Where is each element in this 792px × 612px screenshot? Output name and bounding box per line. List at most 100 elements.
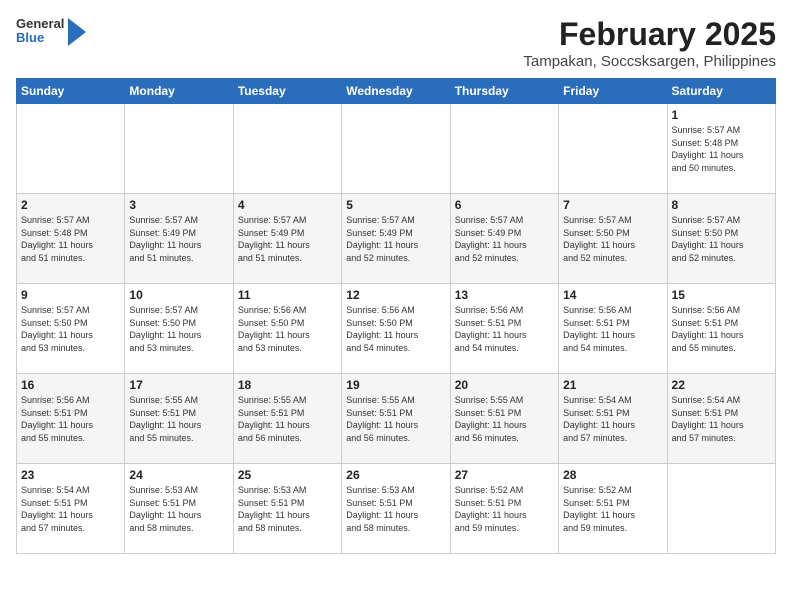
- calendar-day-cell: [17, 104, 125, 194]
- day-number: 16: [21, 378, 120, 392]
- day-number: 28: [563, 468, 662, 482]
- calendar-day-cell: 2 Sunrise: 5:57 AM Sunset: 5:48 PM Daylig…: [17, 194, 125, 284]
- day-number: 14: [563, 288, 662, 302]
- day-number: 17: [129, 378, 228, 392]
- day-number: 13: [455, 288, 554, 302]
- calendar-day-cell: 7Sunrise: 5:57 AM Sunset: 5:50 PM Daylig…: [559, 194, 667, 284]
- day-number: 6: [455, 198, 554, 212]
- day-info: Sunrise: 5:55 AM Sunset: 5:51 PM Dayligh…: [129, 394, 228, 444]
- day-number: 11: [238, 288, 337, 302]
- day-info: Sunrise: 5:56 AM Sunset: 5:51 PM Dayligh…: [672, 304, 771, 354]
- calendar-day-cell: 17 Sunrise: 5:55 AM Sunset: 5:51 PM Dayli…: [125, 374, 233, 464]
- calendar-day-cell: 15 Sunrise: 5:56 AM Sunset: 5:51 PM Dayli…: [667, 284, 775, 374]
- day-info: Sunrise: 5:56 AM Sunset: 5:51 PM Dayligh…: [21, 394, 120, 444]
- location-label: Tampakan, Soccsksargen, Philippines: [523, 53, 776, 70]
- day-number: 10: [129, 288, 228, 302]
- calendar-week-row: 23Sunrise: 5:54 AM Sunset: 5:51 PM Dayli…: [17, 464, 776, 554]
- day-number: 23: [21, 468, 120, 482]
- logo-arrow-icon: [68, 18, 86, 46]
- calendar-table: SundayMondayTuesdayWednesdayThursdayFrid…: [16, 78, 776, 554]
- day-info: Sunrise: 5:55 AM Sunset: 5:51 PM Dayligh…: [346, 394, 445, 444]
- day-number: 15: [672, 288, 771, 302]
- day-number: 22: [672, 378, 771, 392]
- day-number: 7: [563, 198, 662, 212]
- weekday-header: Saturday: [667, 79, 775, 104]
- calendar-week-row: 9 Sunrise: 5:57 AM Sunset: 5:50 PM Daylig…: [17, 284, 776, 374]
- day-number: 8: [672, 198, 771, 212]
- day-number: 19: [346, 378, 445, 392]
- page-header: General Blue February 2025 Tampakan, Soc…: [16, 16, 776, 70]
- calendar-day-cell: 21 Sunrise: 5:54 AM Sunset: 5:51 PM Dayli…: [559, 374, 667, 464]
- calendar-day-cell: 10 Sunrise: 5:57 AM Sunset: 5:50 PM Dayli…: [125, 284, 233, 374]
- calendar-header-row: SundayMondayTuesdayWednesdayThursdayFrid…: [17, 79, 776, 104]
- day-info: Sunrise: 5:54 AM Sunset: 5:51 PM Dayligh…: [563, 394, 662, 444]
- day-number: 25: [238, 468, 337, 482]
- calendar-day-cell: [450, 104, 558, 194]
- day-info: Sunrise: 5:57 AM Sunset: 5:49 PM Dayligh…: [455, 214, 554, 264]
- day-info: Sunrise: 5:56 AM Sunset: 5:51 PM Dayligh…: [563, 304, 662, 354]
- calendar-day-cell: 23Sunrise: 5:54 AM Sunset: 5:51 PM Dayli…: [17, 464, 125, 554]
- calendar-day-cell: 24 Sunrise: 5:53 AM Sunset: 5:51 PM Dayli…: [125, 464, 233, 554]
- calendar-day-cell: 26 Sunrise: 5:53 AM Sunset: 5:51 PM Dayli…: [342, 464, 450, 554]
- calendar-day-cell: [667, 464, 775, 554]
- day-info: Sunrise: 5:55 AM Sunset: 5:51 PM Dayligh…: [238, 394, 337, 444]
- day-number: 21: [563, 378, 662, 392]
- month-title: February 2025: [523, 16, 776, 53]
- calendar-day-cell: 4 Sunrise: 5:57 AM Sunset: 5:49 PM Daylig…: [233, 194, 341, 284]
- day-number: 27: [455, 468, 554, 482]
- day-info: Sunrise: 5:52 AM Sunset: 5:51 PM Dayligh…: [455, 484, 554, 534]
- calendar-day-cell: 16 Sunrise: 5:56 AM Sunset: 5:51 PM Dayli…: [17, 374, 125, 464]
- weekday-header: Friday: [559, 79, 667, 104]
- day-number: 12: [346, 288, 445, 302]
- day-number: 5: [346, 198, 445, 212]
- calendar-day-cell: 28 Sunrise: 5:52 AM Sunset: 5:51 PM Dayli…: [559, 464, 667, 554]
- calendar-day-cell: 5 Sunrise: 5:57 AM Sunset: 5:49 PM Daylig…: [342, 194, 450, 284]
- calendar-day-cell: [559, 104, 667, 194]
- day-info: Sunrise: 5:52 AM Sunset: 5:51 PM Dayligh…: [563, 484, 662, 534]
- weekday-header: Monday: [125, 79, 233, 104]
- day-info: Sunrise: 5:57 AM Sunset: 5:49 PM Dayligh…: [238, 214, 337, 264]
- calendar-day-cell: 25 Sunrise: 5:53 AM Sunset: 5:51 PM Dayli…: [233, 464, 341, 554]
- day-info: Sunrise: 5:57 AM Sunset: 5:48 PM Dayligh…: [21, 214, 120, 264]
- day-info: Sunrise: 5:57 AM Sunset: 5:49 PM Dayligh…: [129, 214, 228, 264]
- weekday-header: Sunday: [17, 79, 125, 104]
- calendar-day-cell: 19 Sunrise: 5:55 AM Sunset: 5:51 PM Dayli…: [342, 374, 450, 464]
- calendar-day-cell: [342, 104, 450, 194]
- day-info: Sunrise: 5:56 AM Sunset: 5:50 PM Dayligh…: [238, 304, 337, 354]
- calendar-day-cell: 9 Sunrise: 5:57 AM Sunset: 5:50 PM Daylig…: [17, 284, 125, 374]
- day-info: Sunrise: 5:57 AM Sunset: 5:50 PM Dayligh…: [672, 214, 771, 264]
- weekday-header: Tuesday: [233, 79, 341, 104]
- day-info: Sunrise: 5:56 AM Sunset: 5:51 PM Dayligh…: [455, 304, 554, 354]
- calendar-week-row: 1 Sunrise: 5:57 AM Sunset: 5:48 PM Daylig…: [17, 104, 776, 194]
- calendar-day-cell: 12 Sunrise: 5:56 AM Sunset: 5:50 PM Dayli…: [342, 284, 450, 374]
- day-number: 9: [21, 288, 120, 302]
- day-info: Sunrise: 5:57 AM Sunset: 5:50 PM Dayligh…: [129, 304, 228, 354]
- logo-text: General Blue: [16, 17, 64, 46]
- logo-blue: Blue: [16, 31, 64, 45]
- day-number: 26: [346, 468, 445, 482]
- day-number: 24: [129, 468, 228, 482]
- calendar-day-cell: 13 Sunrise: 5:56 AM Sunset: 5:51 PM Dayli…: [450, 284, 558, 374]
- day-info: Sunrise: 5:57 AM Sunset: 5:49 PM Dayligh…: [346, 214, 445, 264]
- calendar-day-cell: 14 Sunrise: 5:56 AM Sunset: 5:51 PM Dayli…: [559, 284, 667, 374]
- calendar-day-cell: 20 Sunrise: 5:55 AM Sunset: 5:51 PM Dayli…: [450, 374, 558, 464]
- day-info: Sunrise: 5:53 AM Sunset: 5:51 PM Dayligh…: [238, 484, 337, 534]
- weekday-header: Thursday: [450, 79, 558, 104]
- day-info: Sunrise: 5:56 AM Sunset: 5:50 PM Dayligh…: [346, 304, 445, 354]
- day-number: 18: [238, 378, 337, 392]
- calendar-day-cell: 18 Sunrise: 5:55 AM Sunset: 5:51 PM Dayli…: [233, 374, 341, 464]
- day-info: Sunrise: 5:53 AM Sunset: 5:51 PM Dayligh…: [129, 484, 228, 534]
- day-info: Sunrise: 5:57 AM Sunset: 5:48 PM Dayligh…: [672, 124, 771, 174]
- logo-general: General: [16, 17, 64, 31]
- day-number: 20: [455, 378, 554, 392]
- calendar-day-cell: 8 Sunrise: 5:57 AM Sunset: 5:50 PM Daylig…: [667, 194, 775, 284]
- calendar-day-cell: 3Sunrise: 5:57 AM Sunset: 5:49 PM Daylig…: [125, 194, 233, 284]
- day-number: 2: [21, 198, 120, 212]
- calendar-week-row: 2 Sunrise: 5:57 AM Sunset: 5:48 PM Daylig…: [17, 194, 776, 284]
- day-info: Sunrise: 5:57 AM Sunset: 5:50 PM Dayligh…: [21, 304, 120, 354]
- day-number: 1: [672, 108, 771, 122]
- day-number: 4: [238, 198, 337, 212]
- day-info: Sunrise: 5:55 AM Sunset: 5:51 PM Dayligh…: [455, 394, 554, 444]
- day-info: Sunrise: 5:53 AM Sunset: 5:51 PM Dayligh…: [346, 484, 445, 534]
- weekday-header: Wednesday: [342, 79, 450, 104]
